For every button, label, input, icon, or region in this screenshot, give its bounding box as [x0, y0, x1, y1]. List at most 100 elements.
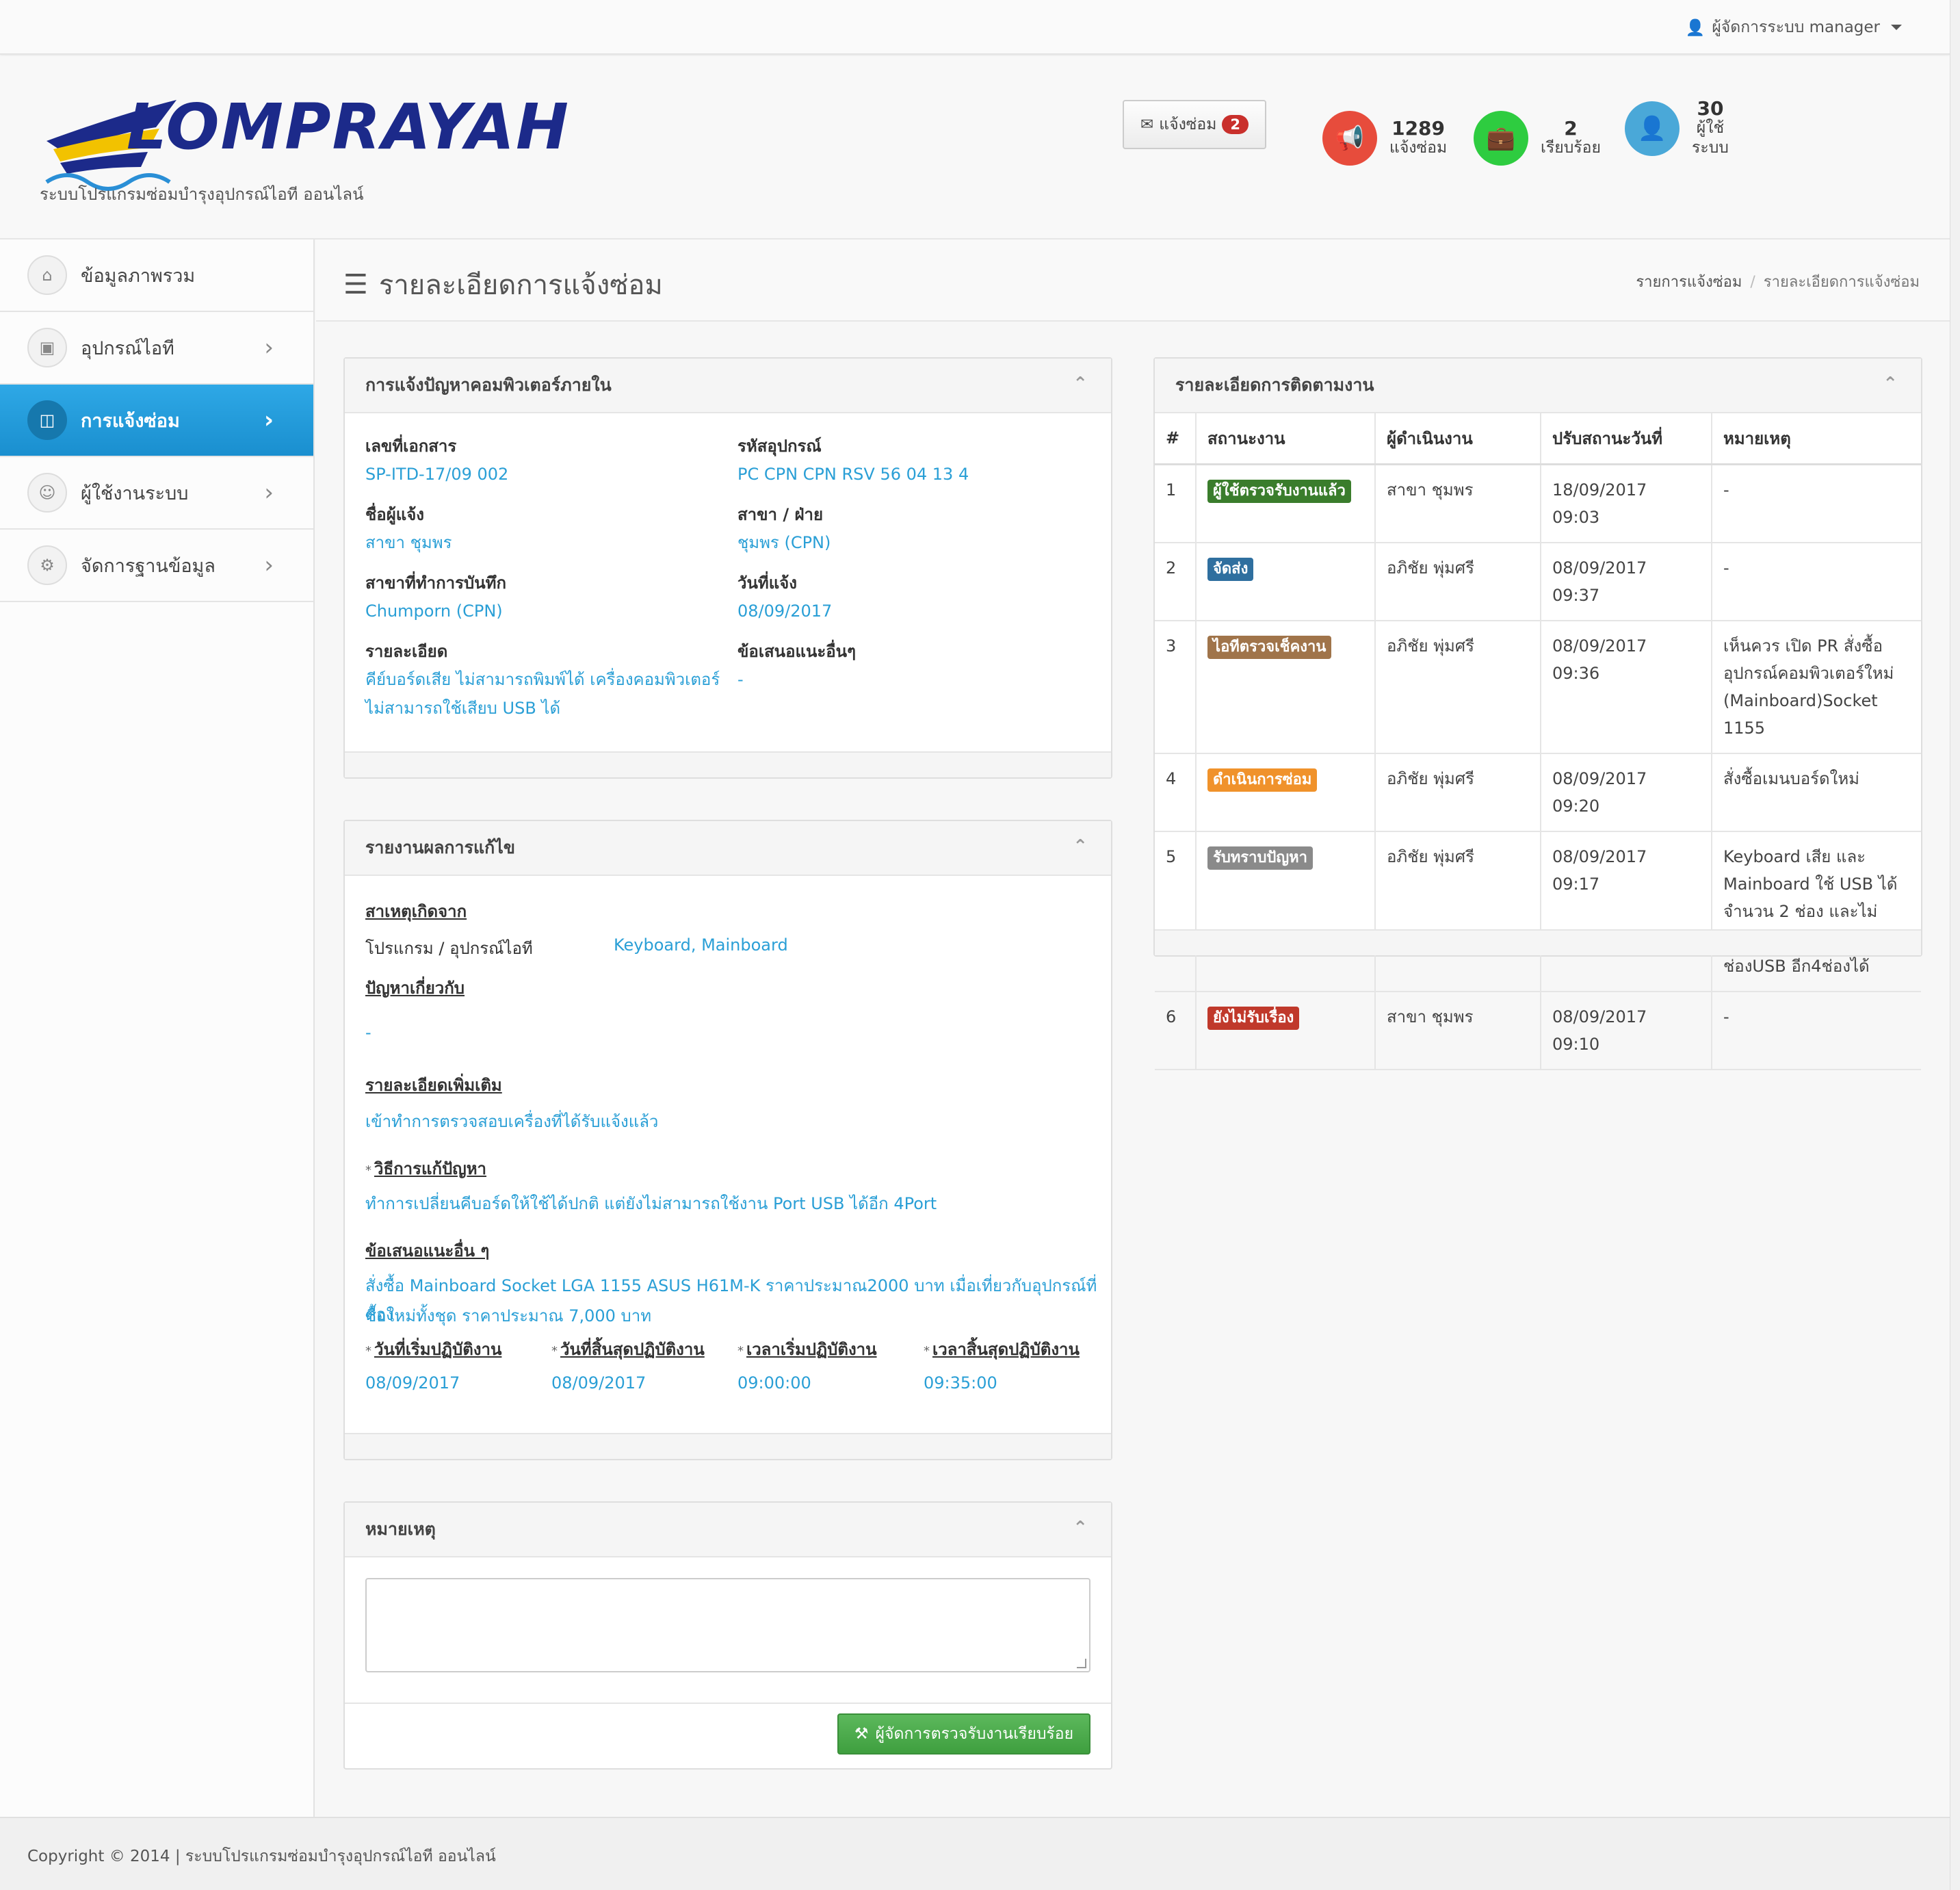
sidebar-item-label: ข้อมูลภาพรวม: [81, 265, 196, 287]
row-note: -: [1712, 991, 1921, 1070]
issue-panel: การแจ้งปัญหาคอมพิวเตอร์ภายใน ⌃ เลขที่เอก…: [343, 357, 1112, 779]
cogs-icon: ⚙: [27, 545, 67, 585]
end-date-value: 08/09/2017: [551, 1373, 646, 1393]
stat-repairs: 📢 1289 แจ้งซ่อม: [1322, 111, 1447, 166]
stat-label: เรียบร้อย: [1541, 139, 1601, 157]
col-header-status: สถานะงาน: [1196, 413, 1376, 465]
other-suggestion-value: -: [737, 670, 744, 689]
row-operator: สาขา ชุมพร: [1375, 464, 1541, 543]
record-branch-value: Chumporn (CPN): [365, 601, 503, 621]
doc-no-label: เลขที่เอกสาร: [365, 437, 457, 456]
status-badge: ผู้ใช้ตรวจรับงานแล้ว: [1207, 479, 1351, 503]
panel-title: รายละเอียดการติดตามงาน: [1175, 375, 1374, 395]
sidebar-item-users[interactable]: ☺ ผู้ใช้งานระบบ ›: [0, 457, 313, 530]
row-operator: สาขา ชุมพร: [1375, 991, 1541, 1070]
notify-button[interactable]: ✉ แจ้งซ่อม 2: [1123, 100, 1266, 149]
row-date: 08/09/2017 09:36: [1541, 620, 1712, 754]
col-header-operator: ผู้ดำเนินงาน: [1375, 413, 1541, 465]
row-date: 08/09/2017 09:20: [1541, 753, 1712, 832]
row-note: เห็นควร เปิด PR สั่งซื้อ อุปกรณ์คอมพิวเต…: [1712, 620, 1921, 754]
status-badge: ยังไม่รับเรื่อง: [1207, 1006, 1300, 1030]
page-scrollbar[interactable]: [1950, 0, 1960, 1890]
start-date-label: * วันที่เริ่มปฏิบัติงาน: [365, 1340, 502, 1359]
doc-no-value: SP-ITD-17/09 002: [365, 465, 509, 484]
sidebar-item-label: อุปกรณ์ไอที: [81, 337, 174, 359]
row-operator: อภิชัย พุ่มศรี: [1375, 831, 1541, 992]
tagline: ระบบโปรแกรมซ่อมบำรุงอุปกรณ์ไอที ออนไลน์: [40, 185, 364, 204]
content-header: ☰ รายละเอียดการแจ้งซ่อม รายการแจ้งซ่อม / ร…: [316, 240, 1950, 322]
chevron-up-icon[interactable]: ⌃: [1883, 374, 1898, 394]
result-panel: รายงานผลการแก้ไข ⌃ สาเหตุเกิดจาก โปรแกรม…: [343, 820, 1112, 1460]
chevron-right-icon: ›: [264, 479, 274, 506]
table-header-row: # สถานะงาน ผู้ดำเนินงาน ปรับสถานะวันที่ …: [1155, 413, 1921, 465]
table-row: 6 ยังไม่รับเรื่อง สาขา ชุมพร 08/09/2017 …: [1155, 991, 1921, 1070]
record-branch-label: สาขาที่ทำการบันทึก: [365, 573, 507, 593]
status-badge: ไอทีตรวจเช็คงาน: [1207, 635, 1332, 659]
panel-title: รายงานผลการแก้ไข: [365, 838, 515, 857]
panel-footer: [1155, 929, 1921, 955]
row-no: 3: [1155, 620, 1197, 754]
chevron-up-icon[interactable]: ⌃: [1073, 836, 1088, 857]
stat-label: แจ้งซ่อม: [1389, 139, 1448, 157]
monitor-icon: ▣: [27, 328, 67, 367]
program-value: Keyboard, Mainboard: [614, 935, 788, 955]
sidebar-item-label: จัดการฐานข้อมูล: [81, 555, 215, 577]
chevron-up-icon[interactable]: ⌃: [1073, 1518, 1088, 1538]
chevron-right-icon: ›: [264, 552, 274, 579]
branch-value: ชุมพร (CPN): [737, 533, 831, 552]
detail-value-line1: คีย์บอร์ดเสีย ไม่สามารถพิมพ์ได้ เครื่องค…: [365, 670, 720, 689]
panel-footer: [345, 751, 1111, 777]
breadcrumb-current: รายละเอียดการแจ้งซ่อม: [1763, 274, 1920, 291]
branch-label: สาขา / ฝ่าย: [737, 505, 824, 524]
problem-label: ปัญหาเกี่ยวกับ: [365, 979, 465, 998]
row-no: 4: [1155, 753, 1197, 832]
approve-button[interactable]: ⚒ ผู้จัดการตรวจรับงานเรียบร้อย: [837, 1713, 1090, 1755]
table-row: 3 ไอทีตรวจเช็คงาน อภิชัย พุ่มศรี 08/09/2…: [1155, 620, 1921, 754]
end-date-label: * วันที่สิ้นสุดปฏิบัติงาน: [551, 1340, 705, 1359]
reporter-label: ชื่อผู้แจ้ง: [365, 505, 425, 524]
start-time-value: 09:00:00: [737, 1373, 811, 1393]
home-icon: ⌂: [27, 255, 67, 295]
user-menu[interactable]: 👤 ผู้จัดการระบบ manager: [1686, 15, 1902, 40]
row-operator: อภิชัย พุ่มศรี: [1375, 753, 1541, 832]
method-value: ทำการเปลี่ยนคีบอร์ดให้ใช้ได้ปกติ แต่ยังไ…: [365, 1194, 937, 1213]
col-header-note: หมายเหตุ: [1712, 413, 1921, 465]
row-no: 2: [1155, 542, 1197, 621]
tracking-panel: รายละเอียดการติดตามงาน ⌃ # สถานะงาน ผู้ด…: [1153, 357, 1922, 1070]
user-menu-label: ผู้จัดการระบบ manager: [1712, 18, 1880, 36]
breadcrumb-parent-link[interactable]: รายการแจ้งซ่อม: [1636, 274, 1742, 291]
chevron-up-icon[interactable]: ⌃: [1073, 374, 1088, 394]
row-note: Keyboard เสีย และ Mainboard ใช้ USB ได้ …: [1712, 831, 1921, 992]
note-textarea[interactable]: [365, 1578, 1090, 1672]
briefcase-icon: 💼: [1474, 111, 1528, 166]
sidebar-item-it-devices[interactable]: ▣ อุปกรณ์ไอที ›: [0, 312, 313, 385]
status-badge: จัดส่ง: [1207, 557, 1254, 581]
row-date: 08/09/2017 09:10: [1541, 991, 1712, 1070]
table-row: 2 จัดส่ง อภิชัย พุ่มศรี 08/09/2017 09:37…: [1155, 542, 1921, 621]
resize-handle-icon[interactable]: [1077, 1659, 1086, 1668]
row-note: สั่งซื้อเมนบอร์ดใหม่: [1712, 753, 1921, 832]
inbox-icon: ◫: [27, 400, 67, 440]
sidebar-item-repair-requests[interactable]: ◫ การแจ้งซ่อม ›: [0, 385, 313, 457]
problem-value: -: [365, 1023, 371, 1042]
logo-text: LOMPRAYAH: [127, 90, 571, 164]
suggestion-value-line2: ซื้อใหม่ทั้งชุด ราคาประมาณ 7,000 บาท: [365, 1306, 652, 1325]
stat-value: 2: [1564, 117, 1578, 140]
sidebar-item-overview[interactable]: ⌂ ข้อมูลภาพรวม: [0, 240, 313, 312]
row-operator: อภิชัย พุ่มศรี: [1375, 620, 1541, 754]
user-icon: 👤: [1625, 101, 1680, 156]
row-note: -: [1712, 542, 1921, 621]
program-label: โปรแกรม / อุปกรณ์ไอที: [365, 939, 533, 958]
device-code-value: PC CPN CPN RSV 56 04 13 4: [737, 465, 969, 484]
stat-value: 1289: [1391, 117, 1446, 140]
row-note: -: [1712, 464, 1921, 543]
row-operator: อภิชัย พุ่มศรี: [1375, 542, 1541, 621]
sidebar-item-database[interactable]: ⚙ จัดการฐานข้อมูล ›: [0, 530, 313, 602]
breadcrumb: รายการแจ้งซ่อม / รายละเอียดการแจ้งซ่อม: [1636, 274, 1920, 291]
reporter-value: สาขา ชุมพร: [365, 533, 452, 552]
sidebar-item-label: การแจ้งซ่อม: [81, 410, 180, 432]
col-header-no: #: [1155, 413, 1197, 465]
cause-label: สาเหตุเกิดจาก: [365, 902, 467, 921]
panel-footer: [345, 1433, 1111, 1459]
stat-label: ผู้ใช้: [1696, 119, 1725, 137]
